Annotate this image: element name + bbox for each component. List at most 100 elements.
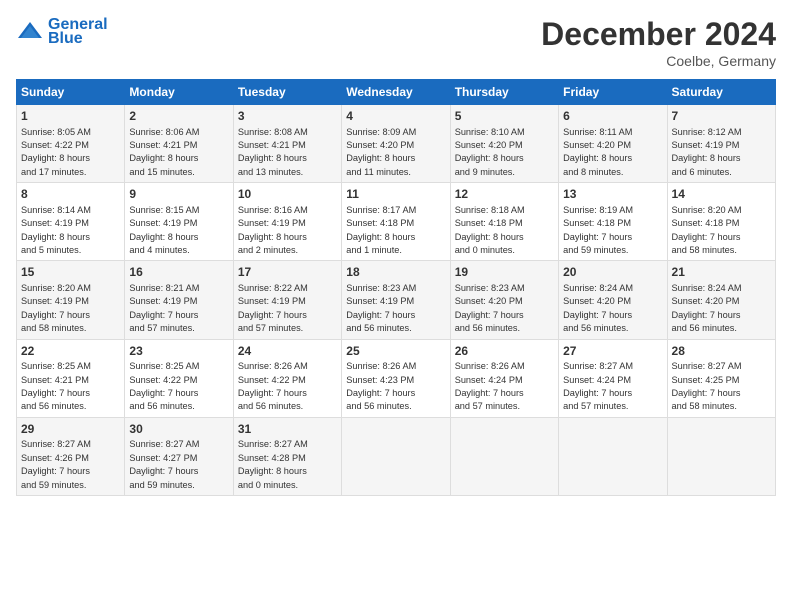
day-cell <box>342 417 450 495</box>
day-info: Sunrise: 8:24 AM Sunset: 4:20 PM Dayligh… <box>672 282 771 335</box>
day-number: 1 <box>21 108 120 125</box>
day-info: Sunrise: 8:12 AM Sunset: 4:19 PM Dayligh… <box>672 126 771 179</box>
logo-text: General Blue <box>48 16 108 48</box>
day-number: 2 <box>129 108 228 125</box>
day-info: Sunrise: 8:25 AM Sunset: 4:21 PM Dayligh… <box>21 360 120 413</box>
day-number: 21 <box>672 264 771 281</box>
day-number: 15 <box>21 264 120 281</box>
day-info: Sunrise: 8:06 AM Sunset: 4:21 PM Dayligh… <box>129 126 228 179</box>
day-cell: 20Sunrise: 8:24 AM Sunset: 4:20 PM Dayli… <box>559 261 667 339</box>
day-info: Sunrise: 8:10 AM Sunset: 4:20 PM Dayligh… <box>455 126 554 179</box>
day-cell: 2Sunrise: 8:06 AM Sunset: 4:21 PM Daylig… <box>125 105 233 183</box>
day-cell: 7Sunrise: 8:12 AM Sunset: 4:19 PM Daylig… <box>667 105 775 183</box>
day-cell: 17Sunrise: 8:22 AM Sunset: 4:19 PM Dayli… <box>233 261 341 339</box>
day-number: 30 <box>129 421 228 438</box>
day-number: 10 <box>238 186 337 203</box>
day-cell: 25Sunrise: 8:26 AM Sunset: 4:23 PM Dayli… <box>342 339 450 417</box>
day-number: 12 <box>455 186 554 203</box>
day-cell: 12Sunrise: 8:18 AM Sunset: 4:18 PM Dayli… <box>450 183 558 261</box>
day-info: Sunrise: 8:23 AM Sunset: 4:20 PM Dayligh… <box>455 282 554 335</box>
col-header-sunday: Sunday <box>17 80 125 105</box>
day-info: Sunrise: 8:20 AM Sunset: 4:18 PM Dayligh… <box>672 204 771 257</box>
day-cell: 18Sunrise: 8:23 AM Sunset: 4:19 PM Dayli… <box>342 261 450 339</box>
logo-icon <box>16 18 44 46</box>
header-row: SundayMondayTuesdayWednesdayThursdayFrid… <box>17 80 776 105</box>
day-cell: 26Sunrise: 8:26 AM Sunset: 4:24 PM Dayli… <box>450 339 558 417</box>
day-cell: 13Sunrise: 8:19 AM Sunset: 4:18 PM Dayli… <box>559 183 667 261</box>
day-number: 3 <box>238 108 337 125</box>
day-info: Sunrise: 8:19 AM Sunset: 4:18 PM Dayligh… <box>563 204 662 257</box>
day-cell: 27Sunrise: 8:27 AM Sunset: 4:24 PM Dayli… <box>559 339 667 417</box>
day-number: 25 <box>346 343 445 360</box>
header: General Blue December 2024 Coelbe, Germa… <box>16 16 776 69</box>
day-info: Sunrise: 8:23 AM Sunset: 4:19 PM Dayligh… <box>346 282 445 335</box>
day-info: Sunrise: 8:22 AM Sunset: 4:19 PM Dayligh… <box>238 282 337 335</box>
day-cell: 6Sunrise: 8:11 AM Sunset: 4:20 PM Daylig… <box>559 105 667 183</box>
day-number: 23 <box>129 343 228 360</box>
day-cell: 23Sunrise: 8:25 AM Sunset: 4:22 PM Dayli… <box>125 339 233 417</box>
day-number: 14 <box>672 186 771 203</box>
day-info: Sunrise: 8:27 AM Sunset: 4:26 PM Dayligh… <box>21 438 120 491</box>
day-info: Sunrise: 8:27 AM Sunset: 4:25 PM Dayligh… <box>672 360 771 413</box>
day-number: 18 <box>346 264 445 281</box>
day-number: 27 <box>563 343 662 360</box>
day-cell: 14Sunrise: 8:20 AM Sunset: 4:18 PM Dayli… <box>667 183 775 261</box>
logo: General Blue <box>16 16 108 48</box>
day-number: 29 <box>21 421 120 438</box>
day-cell: 3Sunrise: 8:08 AM Sunset: 4:21 PM Daylig… <box>233 105 341 183</box>
day-info: Sunrise: 8:27 AM Sunset: 4:24 PM Dayligh… <box>563 360 662 413</box>
day-number: 13 <box>563 186 662 203</box>
day-number: 4 <box>346 108 445 125</box>
col-header-monday: Monday <box>125 80 233 105</box>
day-number: 11 <box>346 186 445 203</box>
week-row-1: 1Sunrise: 8:05 AM Sunset: 4:22 PM Daylig… <box>17 105 776 183</box>
day-number: 17 <box>238 264 337 281</box>
calendar-page: General Blue December 2024 Coelbe, Germa… <box>0 0 792 612</box>
day-info: Sunrise: 8:17 AM Sunset: 4:18 PM Dayligh… <box>346 204 445 257</box>
day-cell: 29Sunrise: 8:27 AM Sunset: 4:26 PM Dayli… <box>17 417 125 495</box>
day-info: Sunrise: 8:11 AM Sunset: 4:20 PM Dayligh… <box>563 126 662 179</box>
day-info: Sunrise: 8:16 AM Sunset: 4:19 PM Dayligh… <box>238 204 337 257</box>
day-info: Sunrise: 8:08 AM Sunset: 4:21 PM Dayligh… <box>238 126 337 179</box>
day-info: Sunrise: 8:24 AM Sunset: 4:20 PM Dayligh… <box>563 282 662 335</box>
day-number: 22 <box>21 343 120 360</box>
day-number: 6 <box>563 108 662 125</box>
day-cell: 21Sunrise: 8:24 AM Sunset: 4:20 PM Dayli… <box>667 261 775 339</box>
day-cell: 31Sunrise: 8:27 AM Sunset: 4:28 PM Dayli… <box>233 417 341 495</box>
day-info: Sunrise: 8:26 AM Sunset: 4:22 PM Dayligh… <box>238 360 337 413</box>
day-info: Sunrise: 8:27 AM Sunset: 4:28 PM Dayligh… <box>238 438 337 491</box>
col-header-thursday: Thursday <box>450 80 558 105</box>
day-number: 20 <box>563 264 662 281</box>
week-row-5: 29Sunrise: 8:27 AM Sunset: 4:26 PM Dayli… <box>17 417 776 495</box>
day-cell: 22Sunrise: 8:25 AM Sunset: 4:21 PM Dayli… <box>17 339 125 417</box>
day-info: Sunrise: 8:15 AM Sunset: 4:19 PM Dayligh… <box>129 204 228 257</box>
day-number: 24 <box>238 343 337 360</box>
day-cell: 9Sunrise: 8:15 AM Sunset: 4:19 PM Daylig… <box>125 183 233 261</box>
calendar-table: SundayMondayTuesdayWednesdayThursdayFrid… <box>16 79 776 496</box>
day-number: 7 <box>672 108 771 125</box>
week-row-3: 15Sunrise: 8:20 AM Sunset: 4:19 PM Dayli… <box>17 261 776 339</box>
day-cell <box>559 417 667 495</box>
day-info: Sunrise: 8:18 AM Sunset: 4:18 PM Dayligh… <box>455 204 554 257</box>
day-cell: 10Sunrise: 8:16 AM Sunset: 4:19 PM Dayli… <box>233 183 341 261</box>
day-number: 8 <box>21 186 120 203</box>
day-number: 28 <box>672 343 771 360</box>
day-cell: 15Sunrise: 8:20 AM Sunset: 4:19 PM Dayli… <box>17 261 125 339</box>
day-cell: 28Sunrise: 8:27 AM Sunset: 4:25 PM Dayli… <box>667 339 775 417</box>
day-cell <box>667 417 775 495</box>
day-info: Sunrise: 8:20 AM Sunset: 4:19 PM Dayligh… <box>21 282 120 335</box>
day-cell: 1Sunrise: 8:05 AM Sunset: 4:22 PM Daylig… <box>17 105 125 183</box>
day-info: Sunrise: 8:09 AM Sunset: 4:20 PM Dayligh… <box>346 126 445 179</box>
calendar-subtitle: Coelbe, Germany <box>541 53 776 69</box>
day-info: Sunrise: 8:14 AM Sunset: 4:19 PM Dayligh… <box>21 204 120 257</box>
col-header-friday: Friday <box>559 80 667 105</box>
week-row-4: 22Sunrise: 8:25 AM Sunset: 4:21 PM Dayli… <box>17 339 776 417</box>
day-number: 9 <box>129 186 228 203</box>
day-number: 26 <box>455 343 554 360</box>
day-number: 19 <box>455 264 554 281</box>
col-header-wednesday: Wednesday <box>342 80 450 105</box>
day-info: Sunrise: 8:27 AM Sunset: 4:27 PM Dayligh… <box>129 438 228 491</box>
day-cell: 11Sunrise: 8:17 AM Sunset: 4:18 PM Dayli… <box>342 183 450 261</box>
day-info: Sunrise: 8:26 AM Sunset: 4:24 PM Dayligh… <box>455 360 554 413</box>
day-info: Sunrise: 8:25 AM Sunset: 4:22 PM Dayligh… <box>129 360 228 413</box>
